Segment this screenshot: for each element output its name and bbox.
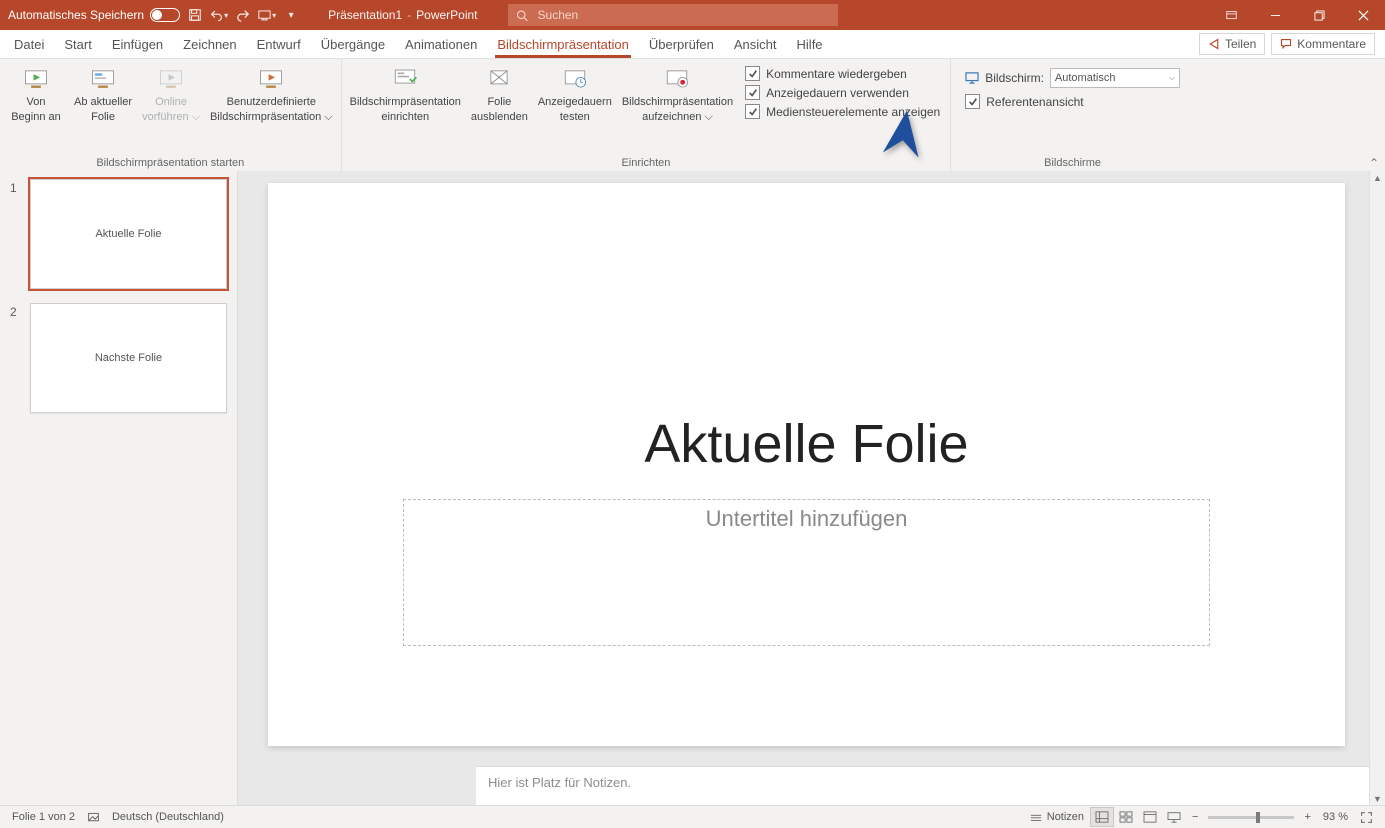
tab-animationen[interactable]: Animationen	[395, 30, 487, 58]
ribbon-checkbox[interactable]: Mediensteuerelemente anzeigen	[745, 104, 940, 119]
ribbon-button[interactable]: Folieausblenden	[467, 62, 532, 125]
comments-button[interactable]: Kommentare	[1271, 33, 1375, 55]
close-button[interactable]	[1341, 0, 1385, 30]
collapse-ribbon-icon[interactable]: ⌃	[1369, 156, 1379, 170]
slide-thumbnails-panel: 1Aktuelle Folie2Nachste Folie	[0, 171, 238, 806]
monitor-icon	[965, 72, 979, 84]
zoom-out-button[interactable]: −	[1186, 806, 1204, 828]
minimize-button[interactable]	[1253, 0, 1297, 30]
reading-view-button[interactable]	[1138, 807, 1162, 827]
notes-icon	[1029, 811, 1043, 823]
ribbon-button[interactable]: BenutzerdefinierteBildschirmpräsentation…	[206, 62, 337, 125]
tab-datei[interactable]: Datei	[4, 30, 54, 58]
ribbon-button[interactable]: Bildschirmpräsentationaufzeichnen ⌵	[618, 62, 737, 125]
scroll-down-icon[interactable]: ▼	[1373, 794, 1382, 804]
tab-bildschirmpräsentation[interactable]: Bildschirmpräsentation	[487, 30, 639, 58]
share-button[interactable]: Teilen	[1199, 33, 1265, 55]
window-title: Präsentation1-PowerPoint	[308, 8, 497, 22]
ribbon-group-label: Bildschirmpräsentation starten	[4, 154, 337, 172]
tab-übergänge[interactable]: Übergänge	[311, 30, 395, 58]
search-input[interactable]	[536, 7, 830, 23]
screen-label: Bildschirm:	[985, 71, 1044, 85]
undo-icon[interactable]: ▾	[210, 6, 228, 24]
ribbon-tabs: DateiStartEinfügenZeichnenEntwurfÜbergän…	[0, 30, 1385, 59]
zoom-slider[interactable]	[1208, 816, 1294, 819]
ribbon-group-label: Bildschirme	[955, 154, 1190, 172]
thumb-number: 2	[10, 303, 22, 413]
status-bar: Folie 1 von 2 Deutsch (Deutschland) Noti…	[0, 805, 1385, 828]
tab-zeichnen[interactable]: Zeichnen	[173, 30, 246, 58]
workspace: 1Aktuelle Folie2Nachste Folie Aktuelle F…	[0, 171, 1385, 806]
subtitle-placeholder[interactable]: Untertitel hinzufügen	[403, 499, 1210, 646]
ribbon-checkbox[interactable]: Anzeigedauern verwenden	[745, 85, 940, 100]
normal-view-button[interactable]	[1090, 807, 1114, 827]
share-icon	[1208, 38, 1220, 50]
ribbon-group-screens: Bildschirm: Automatisch⌵ Referentenansic…	[951, 59, 1194, 172]
redo-icon[interactable]	[234, 6, 252, 24]
ribbon-button[interactable]: Ab aktuellerFolie	[70, 62, 136, 125]
tab-ansicht[interactable]: Ansicht	[724, 30, 787, 58]
slide-thumbnail[interactable]: Nachste Folie	[30, 303, 227, 413]
ribbon-checkbox[interactable]: Kommentare wiedergeben	[745, 66, 940, 81]
vertical-scrollbar[interactable]: ▲ ▼	[1369, 171, 1385, 806]
fit-to-window-button[interactable]	[1354, 806, 1379, 828]
screen-dropdown[interactable]: Automatisch⌵	[1050, 68, 1180, 88]
presenter-view-checkbox[interactable]: Referentenansicht	[965, 94, 1180, 109]
qat-more-icon[interactable]: ▾	[282, 6, 300, 24]
zoom-in-button[interactable]: +	[1298, 806, 1316, 828]
ribbon: VonBeginn anAb aktuellerFolieOnlinevorfü…	[0, 59, 1385, 173]
tab-überprüfen[interactable]: Überprüfen	[639, 30, 724, 58]
accessibility-icon[interactable]	[81, 806, 106, 828]
ribbon-button[interactable]: VonBeginn an	[4, 62, 68, 125]
search-icon	[516, 9, 528, 22]
ribbon-display-options-icon[interactable]	[1209, 0, 1253, 30]
maximize-button[interactable]	[1297, 0, 1341, 30]
ribbon-group-label: Einrichten	[346, 154, 947, 172]
scroll-up-icon[interactable]: ▲	[1373, 173, 1382, 183]
notes-toggle[interactable]: Notizen	[1023, 806, 1090, 828]
ribbon-button[interactable]: Bildschirmpräsentationeinrichten	[346, 62, 465, 125]
autosave-label: Automatisches Speichern	[8, 8, 144, 22]
slide-sorter-view-button[interactable]	[1114, 807, 1138, 827]
notes-pane[interactable]: Hier ist Platz für Notizen.	[476, 766, 1369, 806]
ribbon-button[interactable]: Anzeigedauerntesten	[534, 62, 616, 125]
zoom-level[interactable]: 93 %	[1317, 806, 1354, 828]
autosave-toggle[interactable]	[150, 8, 180, 22]
slide-counter[interactable]: Folie 1 von 2	[6, 806, 81, 828]
start-from-beginning-icon[interactable]: ▾	[258, 6, 276, 24]
tab-start[interactable]: Start	[54, 30, 101, 58]
comment-icon	[1280, 38, 1292, 50]
tab-entwurf[interactable]: Entwurf	[247, 30, 311, 58]
ribbon-group-setup: BildschirmpräsentationeinrichtenFolieaus…	[342, 59, 952, 172]
ribbon-group-start: VonBeginn anAb aktuellerFolieOnlinevorfü…	[0, 59, 342, 172]
slideshow-view-button[interactable]	[1162, 807, 1186, 827]
tab-einfügen[interactable]: Einfügen	[102, 30, 173, 58]
slide-title[interactable]: Aktuelle Folie	[268, 413, 1345, 475]
ribbon-button: Onlinevorführen ⌵	[138, 62, 204, 125]
thumb-number: 1	[10, 179, 22, 289]
language-status[interactable]: Deutsch (Deutschland)	[106, 806, 230, 828]
slide-canvas[interactable]: Aktuelle Folie Untertitel hinzufügen	[268, 183, 1345, 746]
save-icon[interactable]	[186, 6, 204, 24]
search-box[interactable]	[508, 4, 838, 26]
slide-thumbnail[interactable]: Aktuelle Folie	[30, 179, 227, 289]
title-bar: Automatisches Speichern ▾ ▾ ▾ Präsentati…	[0, 0, 1385, 30]
tab-hilfe[interactable]: Hilfe	[787, 30, 833, 58]
